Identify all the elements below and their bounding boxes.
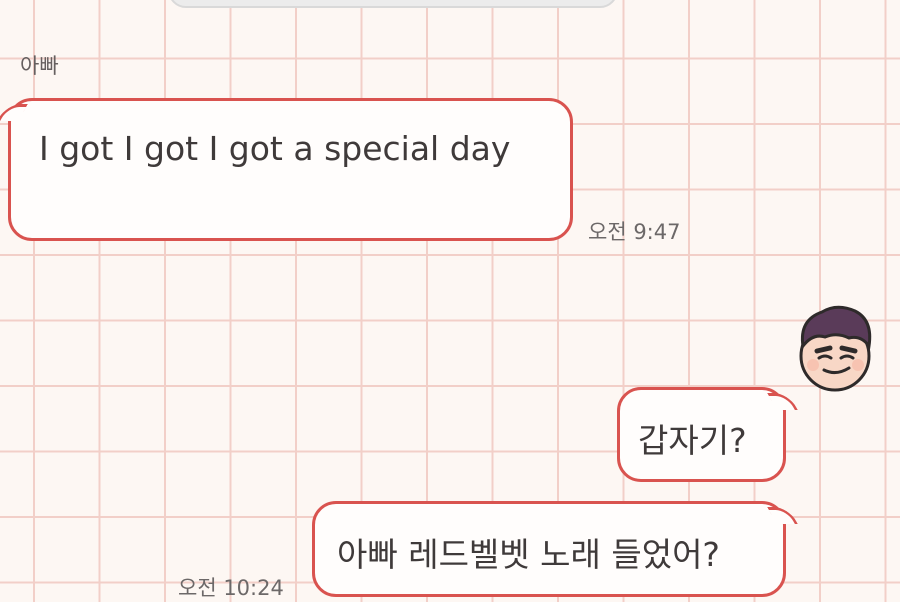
outgoing-message-bubble[interactable]: 아빠 레드벨벳 노래 들었어?	[312, 501, 786, 597]
sender-name: 아빠	[20, 54, 59, 78]
outgoing-message-bubble[interactable]: 갑자기?	[617, 387, 786, 482]
incoming-message-bubble[interactable]: I got I got I got a special day	[8, 98, 573, 241]
message-timestamp: 오전 9:47	[588, 220, 681, 244]
cartoon-boy-avatar-icon	[799, 305, 872, 392]
incoming-message-text: I got I got I got a special day	[39, 129, 511, 168]
top-input-pill	[168, 0, 618, 8]
message-timestamp: 오전 10:24	[178, 576, 284, 600]
outgoing-message-text: 갑자기?	[638, 421, 747, 460]
outgoing-message-text: 아빠 레드벨벳 노래 들었어?	[337, 535, 720, 574]
user-avatar[interactable]	[785, 298, 885, 398]
